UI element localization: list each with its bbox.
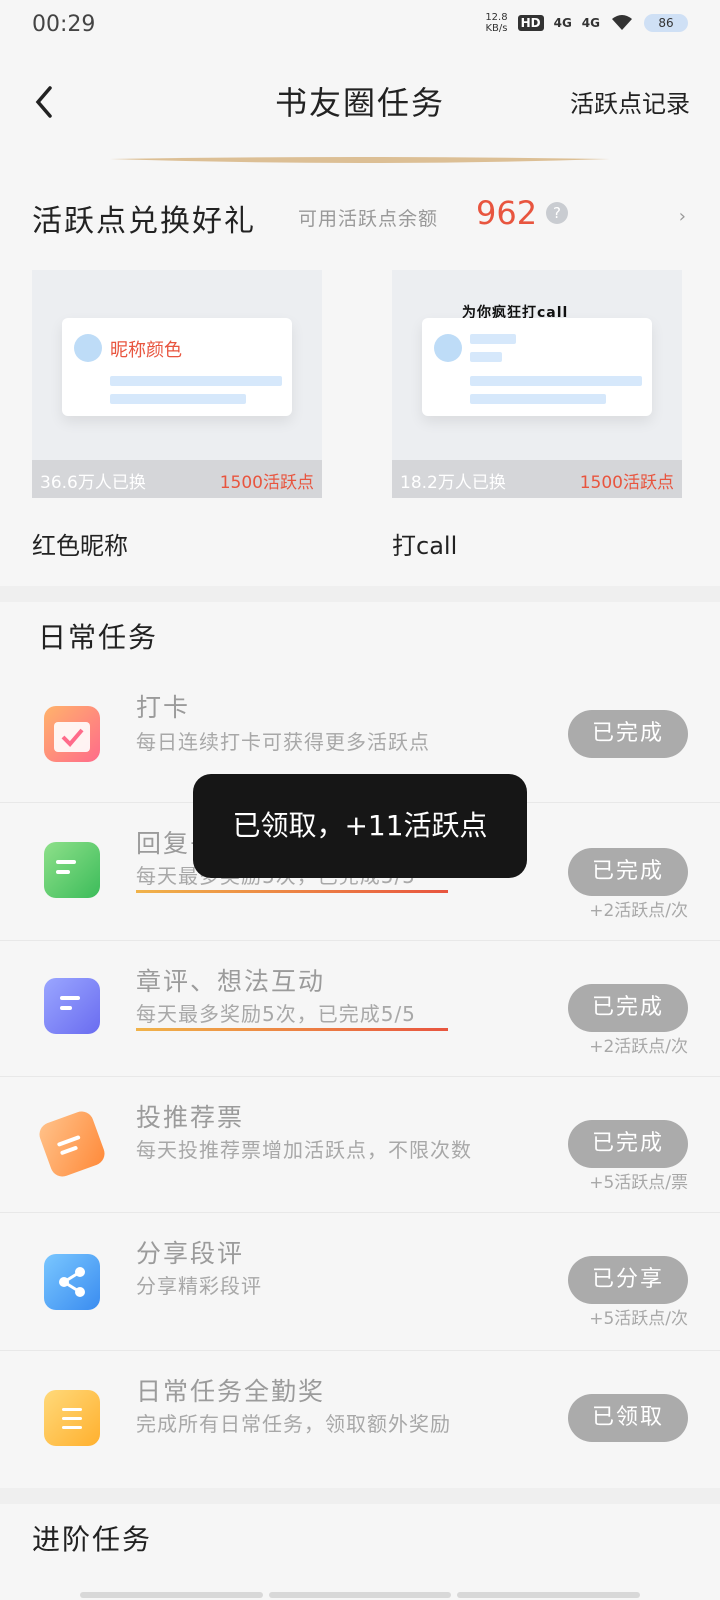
task-full-attendance: 日常任务全勤奖 完成所有日常任务，领取额外奖励 已领取 — [0, 1350, 720, 1484]
chevron-right-icon[interactable]: › — [679, 206, 686, 227]
card-preview: 昵称颜色 — [62, 318, 292, 416]
placeholder-line — [470, 334, 516, 344]
reward-name: 红色昵称 — [32, 532, 128, 560]
section-divider — [0, 1488, 720, 1504]
placeholder-line — [470, 376, 642, 386]
toast-message: 已领取，+11活跃点 — [193, 774, 527, 878]
status-bar: 00:29 12.8 KB/s HD 4G 4G 86 — [0, 0, 720, 52]
network-speed: 12.8 KB/s — [485, 12, 508, 34]
activity-record-link[interactable]: 活跃点记录 — [570, 84, 690, 119]
section-divider — [0, 586, 720, 602]
help-icon[interactable]: ? — [546, 202, 568, 224]
signal-icon: 4G — [553, 16, 572, 30]
task-status-button[interactable]: 已分享 — [568, 1256, 688, 1304]
battery-icon: 86 — [644, 14, 688, 32]
daily-tasks-title: 日常任务 — [38, 621, 159, 654]
placeholder-line — [110, 376, 282, 386]
task-name: 投推荐票 — [136, 1103, 245, 1132]
task-desc: 分享精彩段评 — [136, 1274, 262, 1298]
task-reward-note: +5活跃点/次 — [589, 1309, 688, 1329]
card-preview — [422, 318, 652, 416]
wifi-icon — [610, 13, 634, 34]
nav-bar: 书友圈任务 活跃点记录 — [0, 60, 720, 146]
list-icon — [44, 1390, 100, 1446]
redeem-header[interactable]: 活跃点兑换好礼 可用活跃点余额 962 ? › — [32, 194, 692, 246]
task-name: 章评、想法互动 — [136, 967, 326, 996]
signal-icon-2: 4G — [581, 16, 600, 30]
task-desc: 每天最多奖励5次，已完成5/5 — [136, 1002, 416, 1026]
advanced-tasks-title: 进阶任务 — [32, 1523, 153, 1556]
task-name: 分享段评 — [136, 1239, 245, 1268]
cost: 1500活跃点 — [579, 473, 674, 493]
progress-underline — [136, 890, 448, 893]
redeem-title: 活跃点兑换好礼 — [32, 204, 256, 239]
task-desc: 每天投推荐票增加活跃点，不限次数 — [136, 1138, 472, 1162]
task-reward-note: +5活跃点/票 — [589, 1173, 688, 1193]
progress-underline — [136, 1028, 448, 1031]
task-desc: 每日连续打卡可获得更多活跃点 — [136, 730, 430, 754]
exchanged-count: 36.6万人已换 — [40, 473, 146, 493]
task-status-button[interactable]: 已完成 — [568, 848, 688, 896]
reward-card-call[interactable]: 为你疯狂打call 18.2万人已换 1500活跃点 — [392, 270, 682, 498]
preview-text: 昵称颜色 — [110, 340, 182, 361]
status-time: 00:29 — [32, 12, 96, 37]
task-status-button[interactable]: 已完成 — [568, 710, 688, 758]
note-icon — [44, 978, 100, 1034]
task-chapter-comment: 章评、想法互动 每天最多奖励5次，已完成5/5 已完成 +2活跃点/次 — [0, 940, 720, 1074]
hd-icon: HD — [517, 15, 544, 31]
title-decoration — [110, 150, 610, 163]
avatar — [74, 334, 102, 362]
avatar — [434, 334, 462, 362]
task-status-button[interactable]: 已领取 — [568, 1394, 688, 1442]
placeholder-line — [110, 394, 246, 404]
card-footer: 18.2万人已换 1500活跃点 — [392, 460, 682, 498]
task-reward-note: +2活跃点/次 — [589, 901, 688, 921]
exchanged-count: 18.2万人已换 — [400, 473, 506, 493]
task-status-button[interactable]: 已完成 — [568, 1120, 688, 1168]
calendar-icon — [44, 706, 100, 762]
task-name: 日常任务全勤奖 — [136, 1377, 326, 1406]
bottom-tabs-indicator — [80, 1592, 641, 1598]
status-icons: 12.8 KB/s HD 4G 4G 86 — [485, 12, 688, 34]
ticket-icon — [36, 1108, 108, 1180]
chat-icon — [44, 842, 100, 898]
task-share-comment: 分享段评 分享精彩段评 已分享 +5活跃点/次 — [0, 1212, 720, 1346]
task-reward-note: +2活跃点/次 — [589, 1037, 688, 1057]
reward-name: 打call — [392, 532, 458, 560]
task-status-button[interactable]: 已完成 — [568, 984, 688, 1032]
reward-card-red-nickname[interactable]: 昵称颜色 36.6万人已换 1500活跃点 — [32, 270, 322, 498]
balance-label: 可用活跃点余额 — [298, 208, 439, 230]
cost: 1500活跃点 — [219, 473, 314, 493]
task-name: 打卡 — [136, 693, 191, 722]
placeholder-line — [470, 352, 502, 362]
balance-value: 962 — [476, 194, 538, 232]
task-desc: 完成所有日常任务，领取额外奖励 — [136, 1412, 451, 1436]
share-icon — [44, 1254, 100, 1310]
task-recommend-vote: 投推荐票 每天投推荐票增加活跃点，不限次数 已完成 +5活跃点/票 — [0, 1076, 720, 1210]
card-footer: 36.6万人已换 1500活跃点 — [32, 460, 322, 498]
placeholder-line — [470, 394, 606, 404]
